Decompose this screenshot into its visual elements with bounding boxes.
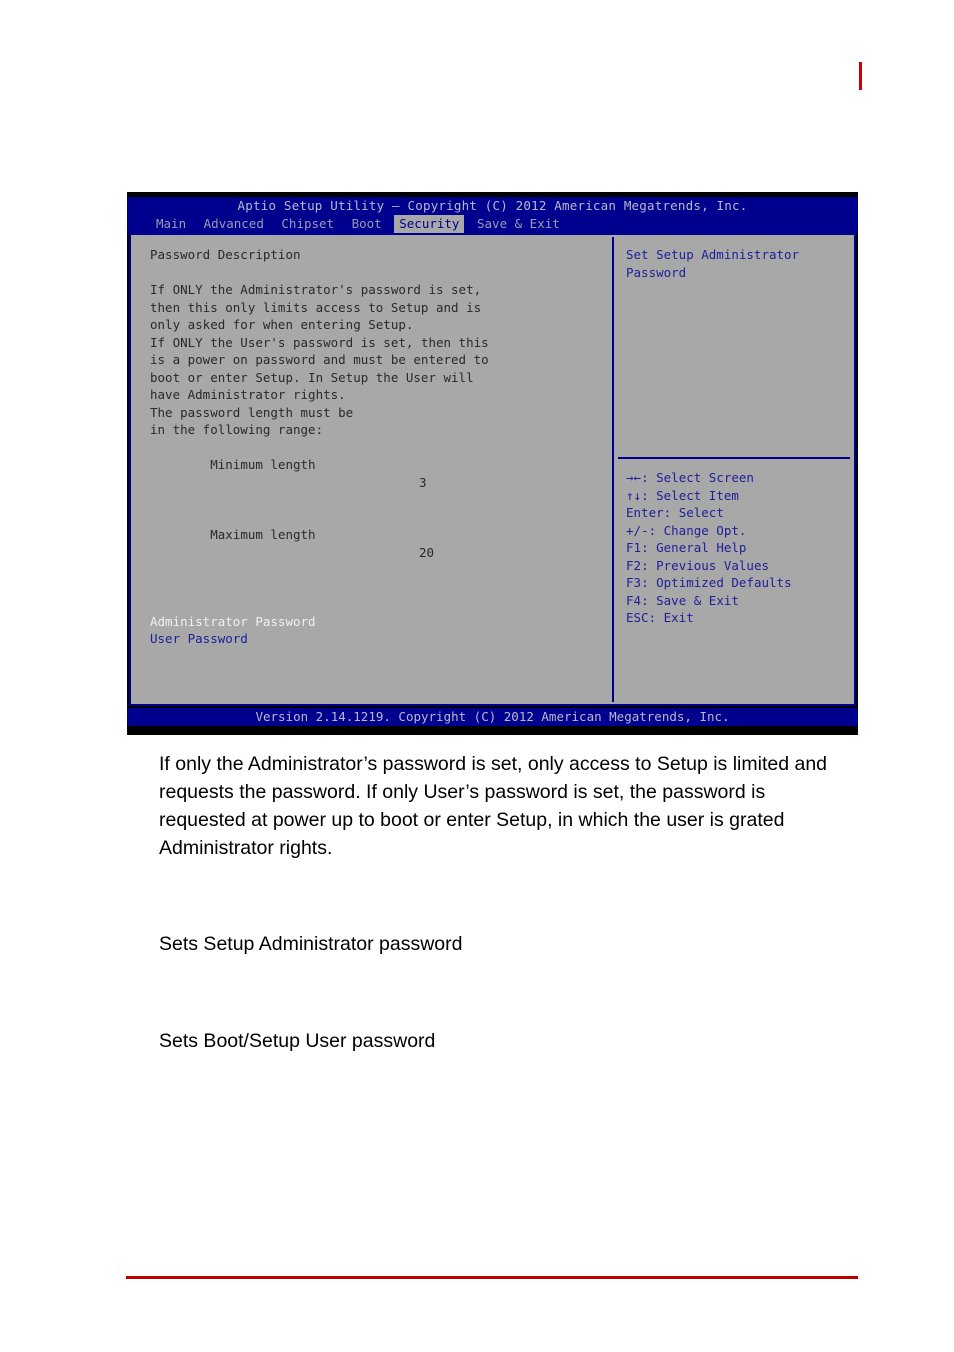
hotkey-key: Enter xyxy=(626,505,664,520)
hotkey-legend: →←: Select Screen ↑↓: Select Item Enter:… xyxy=(626,469,792,627)
hotkey-action: : Save & Exit xyxy=(641,592,739,608)
caption-user-password: Sets Boot/Setup User password xyxy=(159,1030,436,1052)
arrows-up-down-icon: ↑↓ xyxy=(626,487,642,503)
maximum-length-value: 20 xyxy=(419,544,435,560)
description-line: boot or enter Setup. In Setup the User w… xyxy=(150,369,474,385)
bios-version-footer: Version 2.14.1219. Copyright (C) 2012 Am… xyxy=(127,708,858,726)
help-separator xyxy=(618,457,850,459)
footer-rule xyxy=(126,1276,858,1279)
hotkey-enter-select: Enter: Select xyxy=(626,504,792,522)
hotkey-key: F1 xyxy=(626,540,642,555)
hotkey-previous-values: F2: Previous Values xyxy=(626,557,792,575)
tab-save-and-exit[interactable]: Save & Exit xyxy=(472,215,565,233)
hotkey-exit: ESC: Exit xyxy=(626,609,792,627)
bios-content-area: Password Description If ONLY the Adminis… xyxy=(129,233,856,706)
password-description-heading: Password Description xyxy=(150,247,301,262)
tab-boot[interactable]: Boot xyxy=(347,215,387,233)
user-password-item[interactable]: User Password xyxy=(150,630,612,648)
tab-chipset[interactable]: Chipset xyxy=(276,215,339,233)
hotkey-action: : Select Item xyxy=(641,487,739,503)
hotkey-select-screen: →←: Select Screen xyxy=(626,469,792,487)
hotkey-key: F3 xyxy=(626,575,642,590)
tab-main[interactable]: Main xyxy=(151,215,191,233)
hotkey-save-and-exit: F4: Save & Exit xyxy=(626,592,792,610)
caption-administrator-password: Sets Setup Administrator password xyxy=(159,933,463,955)
description-line: The password length must be xyxy=(150,404,354,420)
hotkey-action: : Select xyxy=(663,505,724,520)
arrows-left-right-icon: →← xyxy=(626,470,642,485)
bios-tab-bar: Main Advanced Chipset Boot Security Save… xyxy=(127,215,858,233)
description-line: in the following range: xyxy=(150,422,324,437)
margin-change-tick xyxy=(859,62,862,90)
minimum-length-value: 3 xyxy=(419,474,427,490)
help-panel: Set Setup Administrator Password →←: Sel… xyxy=(614,235,854,704)
hotkey-optimized-defaults: F3: Optimized Defaults xyxy=(626,574,792,592)
help-text-line: Password xyxy=(626,264,687,280)
description-line: If ONLY the Administrator's password is … xyxy=(150,282,482,297)
hotkey-key: ESC xyxy=(626,610,649,625)
hotkey-action: : General Help xyxy=(641,540,747,555)
hotkey-key: +/- xyxy=(626,522,649,538)
hotkey-general-help: F1: General Help xyxy=(626,539,792,557)
bios-screenshot: Aptio Setup Utility – Copyright (C) 2012… xyxy=(127,192,858,735)
hotkey-action: : Previous Values xyxy=(641,557,769,573)
body-paragraph: If only the Administrator’s password is … xyxy=(159,753,828,859)
maximum-length-row: Maximum length 20 xyxy=(150,509,612,579)
password-items-group: Administrator Password User Password xyxy=(150,613,612,648)
hotkey-select-item: ↑↓: Select Item xyxy=(626,487,792,505)
hotkey-action: : Select Screen xyxy=(641,470,754,485)
hotkey-key: F4 xyxy=(626,592,642,608)
bios-title: Aptio Setup Utility – Copyright (C) 2012… xyxy=(127,197,858,215)
description-line: only asked for when entering Setup. xyxy=(150,317,414,332)
help-text-line: Set Setup Administrator xyxy=(626,247,800,262)
description-line: have Administrator rights. xyxy=(150,387,346,402)
hotkey-action: : Optimized Defaults xyxy=(641,575,792,590)
hotkey-key: F2 xyxy=(626,557,642,573)
description-line: If ONLY the User's password is set, then… xyxy=(150,334,489,350)
maximum-length-label: Maximum length xyxy=(210,527,316,542)
tab-security[interactable]: Security xyxy=(394,215,465,233)
description-line: is a power on password and must be enter… xyxy=(150,352,489,367)
minimum-length-label: Minimum length xyxy=(210,457,316,472)
administrator-password-item[interactable]: Administrator Password xyxy=(150,613,612,631)
description-line: then this only limits access to Setup an… xyxy=(150,299,482,315)
minimum-length-row: Minimum length 3 xyxy=(150,439,612,509)
hotkey-change-opt: +/-: Change Opt. xyxy=(626,522,792,540)
password-description-panel: Password Description If ONLY the Adminis… xyxy=(131,235,612,704)
tab-advanced[interactable]: Advanced xyxy=(199,215,269,233)
hotkey-action: : Exit xyxy=(648,610,694,625)
hotkey-action: : Change Opt. xyxy=(648,522,747,538)
